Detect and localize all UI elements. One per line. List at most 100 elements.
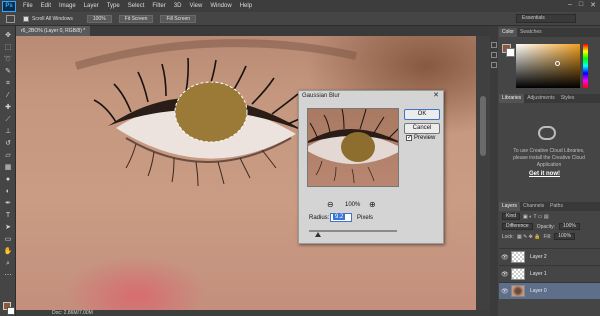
fill-screen-button[interactable]: Fill Screen xyxy=(160,14,197,23)
visibility-eye-icon[interactable]: 👁 xyxy=(501,254,509,261)
cancel-button[interactable]: Cancel xyxy=(404,123,440,134)
zoom-in-icon[interactable]: ⊕ xyxy=(369,201,376,209)
menu-3d[interactable]: 3D xyxy=(170,3,186,9)
fit-screen-button[interactable]: Fit Screen xyxy=(118,14,154,23)
opacity-label: Opacity: xyxy=(536,223,556,230)
type-tool-icon[interactable]: T xyxy=(3,212,13,220)
creative-cloud-icon xyxy=(538,126,556,140)
minimize-button[interactable]: – xyxy=(568,1,572,9)
document-tab[interactable]: r6_2BO% (Layer 0, RGB/8) * xyxy=(16,26,91,36)
tab-paths[interactable]: Paths xyxy=(547,202,566,211)
blur-tool-icon[interactable]: ● xyxy=(3,176,13,184)
menu-file[interactable]: File xyxy=(19,3,37,9)
tab-styles[interactable]: Styles xyxy=(558,94,578,103)
marquee-tool-icon[interactable]: ⬚ xyxy=(3,44,13,52)
radius-slider-handle[interactable] xyxy=(314,232,321,237)
options-bar: Scroll All Windows 100% Fit Screen Fill … xyxy=(0,12,600,26)
quick-select-tool-icon[interactable]: ✎ xyxy=(3,68,13,76)
menu-help[interactable]: Help xyxy=(236,3,256,9)
radius-value: 9.2 xyxy=(333,214,346,220)
lasso-tool-icon[interactable]: ➰ xyxy=(3,56,13,64)
menu-filter[interactable]: Filter xyxy=(148,3,169,9)
tab-color[interactable]: Color xyxy=(499,28,517,37)
filter-kind-select[interactable]: Kind xyxy=(502,213,521,220)
eyedropper-tool-icon[interactable]: ⁄ xyxy=(3,92,13,100)
pen-tool-icon[interactable]: ✒ xyxy=(3,200,13,208)
doc-size-text: Doc: 2.86M/7.00M xyxy=(52,310,93,316)
document-tab-bar: r6_2BO% (Layer 0, RGB/8) * xyxy=(16,26,490,36)
history-panel-icon[interactable] xyxy=(491,42,497,48)
hand-tool-icon[interactable] xyxy=(6,14,15,23)
status-bar: Doc: 2.86M/7.00M xyxy=(16,310,490,316)
photoshop-logo: Ps xyxy=(2,0,16,12)
window-controls: – □ ✕ xyxy=(568,1,596,9)
zoom-100-button[interactable]: 100% xyxy=(86,14,112,23)
opacity-input[interactable]: 100% xyxy=(559,223,580,230)
hue-slider[interactable] xyxy=(583,44,588,88)
layer-row[interactable]: 👁 Layer 0 xyxy=(499,282,600,299)
shape-tool-icon[interactable]: ▭ xyxy=(3,236,13,244)
visibility-eye-icon[interactable]: 👁 xyxy=(501,288,509,295)
vertical-scrollbar[interactable] xyxy=(476,36,490,310)
properties-panel-icon[interactable] xyxy=(491,52,497,58)
more-tools-icon[interactable]: ⋯ xyxy=(3,272,13,280)
layer-row[interactable]: 👁 Layer 2 xyxy=(499,248,600,265)
maximize-button[interactable]: □ xyxy=(579,1,583,9)
radius-input[interactable]: 9.2 xyxy=(330,213,352,222)
path-select-tool-icon[interactable]: ➤ xyxy=(3,224,13,232)
brush-tool-icon[interactable]: ⟋ xyxy=(3,116,13,124)
preview-checkbox[interactable]: ✓ xyxy=(406,135,412,141)
healing-brush-tool-icon[interactable]: ✚ xyxy=(3,104,13,112)
dodge-tool-icon[interactable]: ◐ xyxy=(3,188,13,196)
move-tool-icon[interactable]: ✥ xyxy=(3,32,13,40)
background-color-swatch[interactable] xyxy=(7,307,15,315)
lock-icons[interactable]: ▦ ✎ ✥ 🔒 xyxy=(517,234,541,240)
history-brush-tool-icon[interactable]: ↺ xyxy=(3,140,13,148)
tab-libraries[interactable]: Libraries xyxy=(499,94,525,103)
menu-type[interactable]: Type xyxy=(103,3,124,9)
zoom-tool-icon[interactable]: ⌕ xyxy=(3,260,13,268)
eraser-tool-icon[interactable]: ▱ xyxy=(3,152,13,160)
scroll-all-checkbox[interactable] xyxy=(23,15,29,22)
menu-edit[interactable]: Edit xyxy=(37,3,55,9)
menu-image[interactable]: Image xyxy=(55,3,80,9)
color-panel-tabs: Color Swatches xyxy=(499,28,600,37)
layers-panel-tabs: Layers Channels Paths xyxy=(499,202,600,211)
gradient-tool-icon[interactable]: ▦ xyxy=(3,164,13,172)
clone-stamp-tool-icon[interactable]: ⊥ xyxy=(3,128,13,136)
filter-icons[interactable]: ▣ ◐ T ▭ ▤ xyxy=(523,214,549,220)
tab-layers[interactable]: Layers xyxy=(499,202,521,211)
close-window-button[interactable]: ✕ xyxy=(590,1,596,9)
visibility-eye-icon[interactable]: 👁 xyxy=(501,271,509,278)
tab-swatches[interactable]: Swatches xyxy=(517,28,545,37)
scrollbar-thumb[interactable] xyxy=(480,96,486,156)
dialog-close-icon[interactable]: ✕ xyxy=(432,92,440,100)
hand-tool-icon[interactable]: ✋ xyxy=(3,248,13,256)
panel-background-swatch[interactable] xyxy=(506,48,515,57)
color-picker-field[interactable] xyxy=(516,44,580,88)
zoom-out-icon[interactable]: ⊖ xyxy=(327,201,334,209)
ok-button[interactable]: OK xyxy=(404,109,440,120)
workspace-select[interactable]: Essentials xyxy=(516,14,576,23)
menu-bar: Ps File Edit Image Layer Type Select Fil… xyxy=(0,0,600,12)
radius-units-label: Pixels xyxy=(357,215,374,221)
tab-channels[interactable]: Channels xyxy=(520,202,547,211)
menu-select[interactable]: Select xyxy=(124,3,149,9)
preview-label: Preview xyxy=(414,135,436,141)
fill-input[interactable]: 100% xyxy=(554,233,576,240)
menu-layer[interactable]: Layer xyxy=(80,3,103,9)
color-picker-cursor[interactable] xyxy=(555,61,560,66)
blend-mode-select[interactable]: Difference xyxy=(502,223,533,230)
radius-slider-track[interactable] xyxy=(309,230,397,232)
tab-adjustments[interactable]: Adjustments xyxy=(524,94,558,103)
blur-preview[interactable] xyxy=(307,108,399,187)
layer-row[interactable]: 👁 Layer 1 xyxy=(499,265,600,282)
crop-tool-icon[interactable]: ⌗ xyxy=(3,80,13,88)
dialog-title: Gaussian Blur xyxy=(302,93,340,99)
get-it-now-link[interactable]: Get it now! xyxy=(529,171,560,177)
lock-label: Lock: xyxy=(502,233,514,240)
menu-window[interactable]: Window xyxy=(206,3,235,9)
brush-panel-icon[interactable] xyxy=(491,62,497,68)
menu-view[interactable]: View xyxy=(185,3,206,9)
libraries-message: To use Creative Cloud Libraries, please … xyxy=(513,148,585,168)
